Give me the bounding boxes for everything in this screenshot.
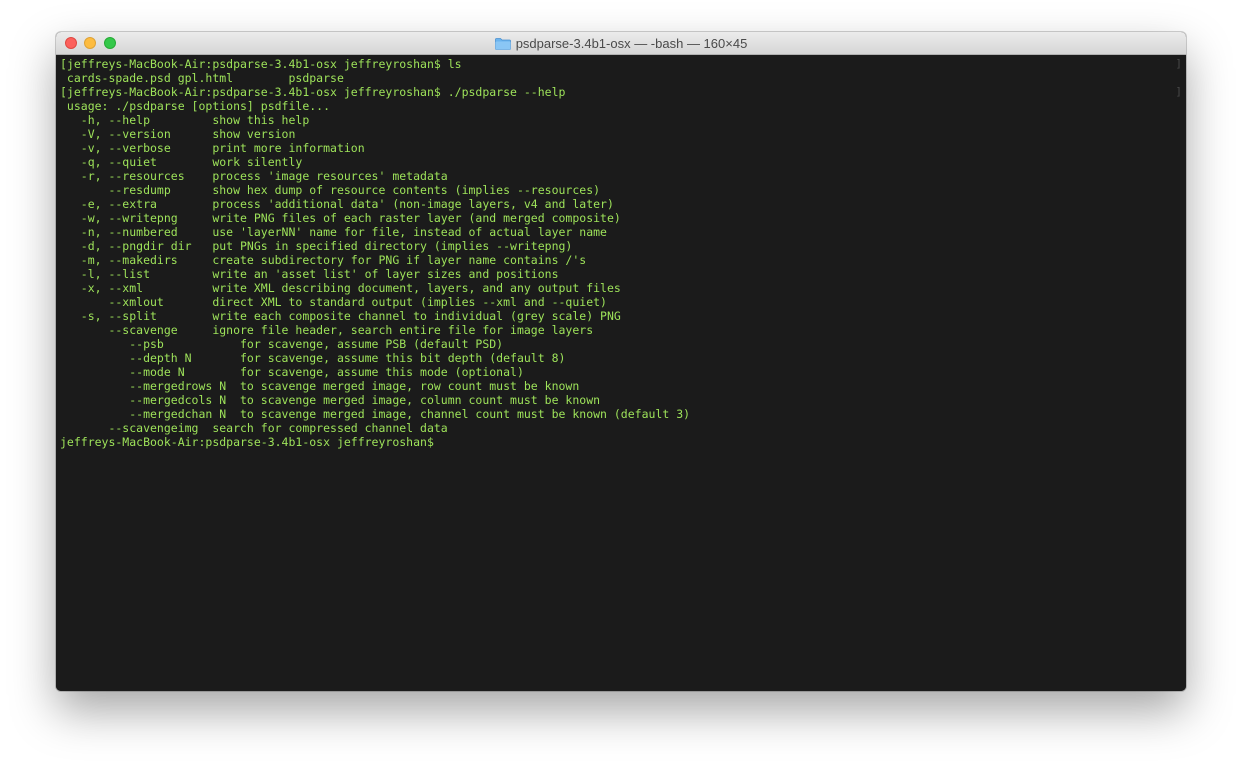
terminal-line: -l, --list write an 'asset list' of laye…: [60, 267, 559, 281]
terminal-line: -x, --xml write XML describing document,…: [60, 281, 621, 295]
terminal-line: --scavenge ignore file header, search en…: [60, 323, 594, 337]
terminal-line: --scavengeimg search for compressed chan…: [60, 421, 448, 435]
terminal-line: --mergedcols N to scavenge merged image,…: [60, 393, 601, 407]
line-marker: ]: [1175, 85, 1182, 98]
terminal-line: --mode N for scavenge, assume this mode …: [60, 365, 524, 379]
window-title: psdparse-3.4b1-osx — -bash — 160×45: [515, 35, 748, 51]
terminal-line: [jeffreys-MacBook-Air:psdparse-3.4b1-osx…: [60, 57, 462, 71]
title-bar[interactable]: psdparse-3.4b1-osx — -bash — 160×45: [56, 32, 1186, 55]
terminal-line: --mergedrows N to scavenge merged image,…: [60, 379, 580, 393]
terminal-line: -v, --verbose print more information: [60, 141, 365, 155]
terminal-line: -w, --writepng write PNG files of each r…: [60, 211, 621, 225]
terminal-line: -r, --resources process 'image resources…: [60, 169, 448, 183]
terminal-line: -h, --help show this help: [60, 113, 310, 127]
terminal-line: --resdump show hex dump of resource cont…: [60, 183, 601, 197]
terminal-output[interactable]: ] ] [jeffreys-MacBook-Air:psdparse-3.4b1…: [56, 55, 1186, 691]
terminal-line: -s, --split write each composite channel…: [60, 309, 621, 323]
terminal-line: -q, --quiet work silently: [60, 155, 303, 169]
terminal-line: [jeffreys-MacBook-Air:psdparse-3.4b1-osx…: [60, 85, 566, 99]
terminal-window: psdparse-3.4b1-osx — -bash — 160×45 ] ] …: [56, 32, 1186, 691]
terminal-line: --mergedchan N to scavenge merged image,…: [60, 407, 691, 421]
window-title-group: psdparse-3.4b1-osx — -bash — 160×45: [56, 32, 1186, 54]
terminal-line: --depth N for scavenge, assume this bit …: [60, 351, 566, 365]
terminal-line: -n, --numbered use 'layerNN' name for fi…: [60, 225, 607, 239]
terminal-line: usage: ./psdparse [options] psdfile...: [60, 99, 331, 113]
terminal-line: jeffreys-MacBook-Air:psdparse-3.4b1-osx …: [60, 435, 441, 449]
terminal-line: cards-spade.psd gpl.html psdparse: [60, 71, 344, 85]
line-marker: ]: [1175, 57, 1182, 70]
terminal-line: --xmlout direct XML to standard output (…: [60, 295, 607, 309]
terminal-line: -e, --extra process 'additional data' (n…: [60, 197, 614, 211]
terminal-line: -d, --pngdir dir put PNGs in specified d…: [60, 239, 573, 253]
terminal-line: -V, --version show version: [60, 127, 296, 141]
terminal-line: --psb for scavenge, assume PSB (default …: [60, 337, 504, 351]
terminal-line: -m, --makedirs create subdirectory for P…: [60, 253, 587, 267]
folder-icon: [494, 37, 511, 50]
